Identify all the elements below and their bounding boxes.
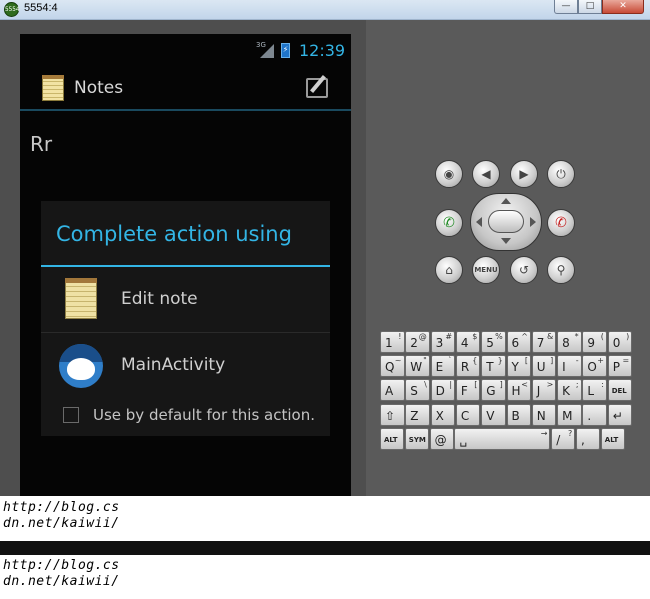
key-l[interactable]: L: (582, 379, 607, 402)
key-r[interactable]: R{ (455, 355, 481, 378)
emulator-title-bar: 5554 5554:4 — □ ✕ (0, 0, 650, 20)
key-j[interactable]: J > (531, 379, 557, 402)
back-icon[interactable]: ↺ (510, 256, 538, 284)
key-b[interactable]: B (506, 403, 531, 426)
key-symbol[interactable]: ⇧ (380, 403, 405, 426)
option-main-activity[interactable]: MainActivity (41, 333, 330, 399)
key-c[interactable]: C (455, 403, 481, 426)
watermark-text: http://blog.cs dn.net/kaiwii/ (3, 558, 120, 589)
key-h[interactable]: H < (506, 379, 531, 402)
key-symbol[interactable]: . (582, 403, 607, 426)
key-k[interactable]: K; (557, 379, 582, 402)
key-symbol[interactable]: ↵ (607, 403, 633, 426)
key-symbol[interactable]: ␣ → (454, 427, 551, 450)
key-symbol[interactable]: , (576, 427, 600, 450)
power-icon[interactable]: ⏻ (547, 160, 575, 188)
dialog-title: Complete action using (56, 222, 292, 246)
key-v[interactable]: V (481, 403, 506, 426)
end-call-icon[interactable]: ✆ (547, 209, 575, 237)
key-del[interactable]: DEL (607, 379, 633, 402)
dpad-up-icon[interactable] (501, 198, 511, 204)
key-o[interactable]: O + (582, 355, 607, 378)
key-4[interactable]: 4 $ (455, 331, 481, 353)
complete-action-dialog: Complete action using Edit note MainActi… (41, 201, 330, 436)
minimize-button[interactable]: — (554, 0, 578, 14)
use-default-label: Use by default for this action. (93, 406, 315, 424)
key-u[interactable]: U] (531, 355, 557, 378)
dark-band (0, 541, 650, 555)
dpad-right-icon[interactable] (530, 217, 536, 227)
camera-icon[interactable]: ◉ (435, 160, 463, 188)
option-label: Edit note (121, 289, 198, 309)
search-icon[interactable]: ⚲ (547, 256, 575, 284)
android-icon (59, 344, 103, 388)
key-g[interactable]: G] (481, 379, 506, 402)
use-default-row[interactable]: Use by default for this action. (41, 399, 330, 433)
status-bar: 3G ⚡ 12:39 (20, 34, 351, 66)
key-sym[interactable]: SYM (404, 427, 429, 450)
key-symbol[interactable]: /? (551, 427, 576, 450)
key-7[interactable]: 7 & (531, 331, 557, 353)
window-controls: — □ ✕ (554, 0, 644, 14)
maximize-button[interactable]: □ (578, 0, 602, 14)
call-icon[interactable]: ✆ (435, 209, 463, 237)
key-a[interactable]: A (380, 379, 405, 402)
key-i[interactable]: I- (557, 355, 582, 378)
key-n[interactable]: N (531, 403, 557, 426)
notes-icon (65, 278, 97, 319)
key-2[interactable]: 2 @ (405, 331, 430, 353)
hardware-keyboard: 1! 2 @3 #4 $5% 6 ^ 7 & 8 * 9(0) Q ~ W " E ` R{T} Y[U] I - O + P =… (379, 330, 633, 452)
key-5[interactable]: 5% (481, 331, 506, 353)
key-t[interactable]: T} (481, 355, 506, 378)
key-alt[interactable]: ALT (380, 427, 404, 450)
key-w[interactable]: W " (405, 355, 430, 378)
status-clock: 12:39 (299, 41, 346, 60)
key-1[interactable]: 1! (380, 331, 405, 353)
notes-app-icon (42, 75, 64, 101)
home-icon[interactable]: ⌂ (435, 256, 463, 284)
key-d[interactable]: D | (430, 379, 456, 402)
key-0[interactable]: 0) (607, 331, 633, 353)
app-title: Notes (74, 78, 124, 98)
dpad-down-icon[interactable] (501, 238, 511, 244)
key-p[interactable]: P = (607, 355, 633, 378)
key-q[interactable]: Q ~ (380, 355, 405, 378)
option-edit-note[interactable]: Edit note (41, 267, 330, 333)
dpad-left-icon[interactable] (476, 217, 482, 227)
key-3[interactable]: 3 # (430, 331, 456, 353)
dpad-center-button[interactable] (488, 210, 524, 233)
volume-down-icon[interactable]: ◀ (472, 160, 500, 188)
key-e[interactable]: E ` (430, 355, 456, 378)
key-f[interactable]: F[ (455, 379, 481, 402)
key-y[interactable]: Y[ (506, 355, 531, 378)
android-emulator-icon: 5554 (4, 2, 19, 17)
close-button[interactable]: ✕ (602, 0, 644, 14)
new-note-icon[interactable] (306, 78, 328, 98)
watermark-text: http://blog.cs dn.net/kaiwii/ (3, 500, 120, 531)
key-symbol[interactable]: @ (429, 427, 454, 450)
window-title: 5554:4 (24, 2, 58, 14)
key-alt[interactable]: ALT (600, 427, 625, 450)
action-bar (20, 66, 351, 111)
device-screen[interactable]: 3G ⚡ 12:39 Notes Rr Complete action usin… (20, 34, 351, 496)
key-x[interactable]: X (430, 403, 456, 426)
key-m[interactable]: M (557, 403, 582, 426)
battery-icon: ⚡ (281, 43, 290, 58)
note-list-item[interactable]: Rr (30, 132, 52, 156)
menu-button[interactable]: MENU (472, 256, 500, 284)
key-8[interactable]: 8 * (557, 331, 582, 353)
option-label: MainActivity (121, 355, 226, 375)
key-z[interactable]: Z (405, 403, 430, 426)
key-9[interactable]: 9( (582, 331, 607, 353)
key-6[interactable]: 6 ^ (506, 331, 531, 353)
use-default-checkbox[interactable] (63, 407, 79, 423)
signal-icon (260, 44, 274, 58)
volume-up-icon[interactable]: ▶ (510, 160, 538, 188)
key-s[interactable]: S \ (405, 379, 430, 402)
